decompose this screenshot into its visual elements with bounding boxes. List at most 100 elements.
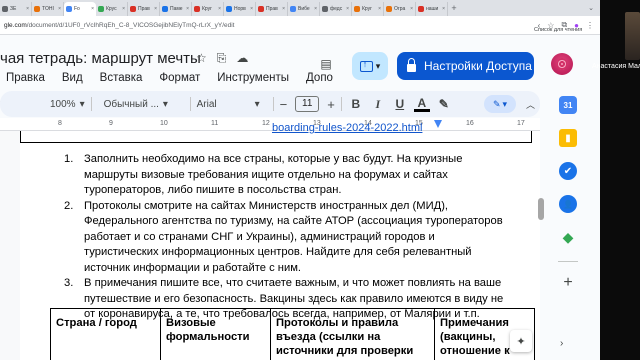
- browser-tab[interactable]: Круг ×: [192, 2, 224, 16]
- increase-font-size-button[interactable]: +: [327, 97, 335, 112]
- url-text[interactable]: gle.com/document/d/1UF0_rVcIhRqEh_C-8_VI…: [4, 22, 234, 29]
- tab-favicon-icon: [34, 6, 40, 12]
- menu-item[interactable]: Вставка: [94, 72, 143, 84]
- close-icon[interactable]: ×: [58, 6, 61, 12]
- paragraph-style-select[interactable]: Обычный ... ▾: [104, 99, 184, 110]
- menu-item[interactable]: Правка: [0, 72, 45, 84]
- maps-icon[interactable]: ◆: [559, 228, 577, 246]
- table-header-cell[interactable]: Протоколы и правила въезда (ссылки на ис…: [270, 308, 435, 360]
- zoom-select[interactable]: 100% ▾: [50, 99, 85, 110]
- browser-tab[interactable]: Прав ×: [128, 2, 160, 16]
- menu-item[interactable]: Инструменты: [211, 72, 289, 84]
- tasks-icon[interactable]: ✔: [559, 162, 577, 180]
- close-icon[interactable]: ×: [122, 6, 125, 12]
- browser-menu-icon[interactable]: ⋮: [586, 21, 594, 30]
- browser-tab[interactable]: Норв ×: [224, 2, 256, 16]
- keep-icon[interactable]: ▮: [559, 129, 577, 147]
- reading-list-button[interactable]: Список для чтения: [534, 27, 582, 33]
- font-select[interactable]: Arial ▾: [197, 99, 267, 110]
- bold-button[interactable]: B: [348, 97, 364, 111]
- close-icon[interactable]: ×: [91, 6, 94, 12]
- close-icon[interactable]: ×: [314, 6, 317, 12]
- browser-tab[interactable]: Паме ×: [160, 2, 192, 16]
- address-bar[interactable]: gle.com/document/d/1UF0_rVcIhRqEh_C-8_VI…: [0, 16, 600, 35]
- share-button[interactable]: Настройки Доступа: [397, 52, 534, 80]
- previous-table-cell: [20, 131, 532, 143]
- ruler-indent-marker[interactable]: [434, 120, 442, 128]
- new-tab-button[interactable]: +: [448, 3, 460, 13]
- highlight-icon[interactable]: ✎: [436, 97, 452, 111]
- close-icon[interactable]: ×: [154, 6, 157, 12]
- list-number: 3.: [64, 277, 74, 289]
- browser-tab[interactable]: Вибе ×: [288, 2, 320, 16]
- close-icon[interactable]: ×: [346, 6, 349, 12]
- comments-icon[interactable]: ▤: [318, 57, 334, 71]
- tab-label: Fo: [74, 6, 80, 12]
- menu-item[interactable]: Формат: [153, 72, 200, 84]
- close-icon[interactable]: ×: [442, 6, 445, 12]
- explore-button[interactable]: ✦: [510, 330, 532, 352]
- meet-present-button[interactable]: ▾: [352, 52, 388, 80]
- text-color-button[interactable]: A: [413, 97, 430, 112]
- tab-label: Паме: [170, 6, 183, 12]
- vertical-scrollbar[interactable]: [538, 198, 544, 220]
- italic-button[interactable]: I: [370, 97, 386, 112]
- star-icon[interactable]: ☆: [196, 51, 207, 66]
- tab-search-icon[interactable]: ⌄: [588, 4, 594, 12]
- list-text: Заполнить необходимо на все страны, кото…: [84, 153, 463, 196]
- browser-tab[interactable]: Крус ×: [96, 2, 128, 16]
- close-icon[interactable]: ×: [26, 6, 29, 12]
- tab-label: Прав: [138, 6, 150, 12]
- browser-tab[interactable]: наши ×: [416, 2, 448, 16]
- ruler[interactable]: 8 9 10 11 12 13 14 15 16 17: [0, 118, 540, 131]
- browser-tab[interactable]: ЗЕ ×: [0, 2, 32, 16]
- list-item[interactable]: 2. Протоколы смотрите на сайтах Министерс…: [64, 199, 504, 277]
- menu-item[interactable]: Вид: [56, 72, 83, 84]
- ruler-number: 10: [160, 120, 168, 127]
- font-value: Arial: [196, 98, 217, 110]
- close-icon[interactable]: ×: [410, 6, 413, 12]
- table-header-cell[interactable]: Страна / город: [50, 308, 161, 360]
- move-folder-icon[interactable]: ⎘: [217, 51, 227, 66]
- table-header-cell[interactable]: Визовые формальности: [160, 308, 271, 360]
- contacts-icon[interactable]: 👤: [559, 195, 577, 213]
- tab-strip: ЗЕ × TOHI × Fo × Крус × Прав × Паме × Круг × Норв × Прав…: [0, 0, 600, 16]
- close-icon[interactable]: ×: [250, 6, 253, 12]
- url-path: /document/d/1UF0_rVcIhRqEh_C-8_VICOSGeji…: [26, 21, 235, 29]
- side-panel-toggle-icon[interactable]: ›: [560, 338, 563, 349]
- tab-label: Норв: [234, 6, 246, 12]
- divider: [272, 97, 274, 111]
- browser-tab[interactable]: федс ×: [320, 2, 352, 16]
- ruler-number: 16: [466, 120, 474, 127]
- menu-item[interactable]: Допо: [300, 72, 333, 84]
- paragraph-style-value: Обычный ...: [103, 98, 159, 110]
- underline-button[interactable]: U: [392, 97, 408, 111]
- chevron-down-icon: ▾: [502, 98, 508, 109]
- browser-tab[interactable]: Прав ×: [256, 2, 288, 16]
- browser-tab[interactable]: Fo ×: [64, 2, 96, 16]
- calendar-icon[interactable]: 31: [559, 96, 577, 114]
- close-icon[interactable]: ×: [282, 6, 285, 12]
- close-icon[interactable]: ×: [218, 6, 221, 12]
- editing-mode-button[interactable]: ✎ ▾: [484, 95, 516, 113]
- cloud-status-icon[interactable]: ☁: [236, 51, 248, 66]
- avatar[interactable]: [551, 53, 573, 75]
- close-icon[interactable]: ×: [186, 6, 189, 12]
- browser-tab[interactable]: Круг ×: [352, 2, 384, 16]
- close-icon[interactable]: ×: [378, 6, 381, 12]
- font-size-control: − 11 +: [280, 96, 335, 112]
- add-addon-icon[interactable]: +: [559, 274, 577, 292]
- browser-tab[interactable]: Огра ×: [384, 2, 416, 16]
- tab-favicon-icon: [2, 6, 8, 12]
- decrease-font-size-button[interactable]: −: [280, 97, 288, 112]
- document-title[interactable]: чая тетрадь: маршрут мечты: [0, 50, 201, 67]
- route-table: Страна / город Визовые формальности Прот…: [50, 308, 535, 360]
- tab-favicon-icon: [322, 6, 328, 12]
- font-size-input[interactable]: 11: [295, 96, 320, 112]
- list-item[interactable]: 1. Заполнить необходимо на все страны, ко…: [64, 152, 504, 199]
- tab-favicon-icon: [418, 6, 424, 12]
- browser-tab[interactable]: TOHI ×: [32, 2, 64, 16]
- tab-favicon-icon: [194, 6, 200, 12]
- collapse-toolbar-icon[interactable]: ︿: [526, 98, 535, 111]
- chevron-down-icon: ▾: [375, 60, 381, 71]
